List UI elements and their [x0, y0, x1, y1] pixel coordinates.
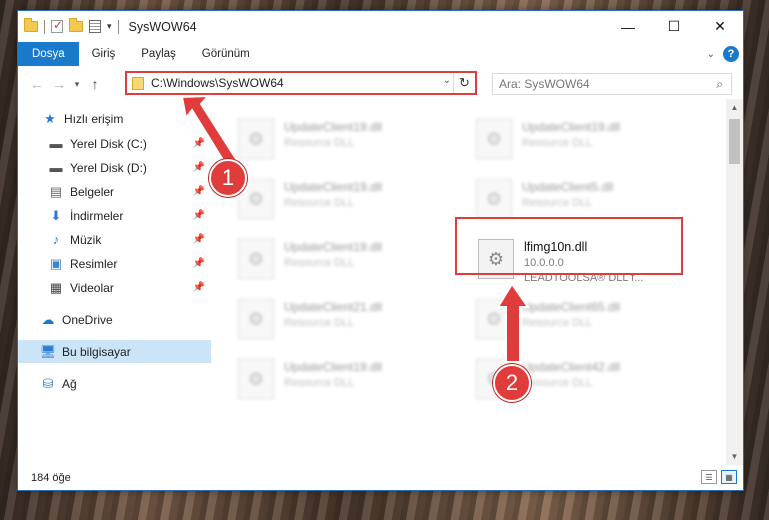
step-2-badge: 2	[493, 364, 531, 402]
arrow-1-icon	[180, 94, 240, 170]
annotation-arrows	[180, 94, 530, 363]
step-1-badge: 1	[209, 159, 247, 197]
arrow-2-icon	[496, 282, 530, 363]
